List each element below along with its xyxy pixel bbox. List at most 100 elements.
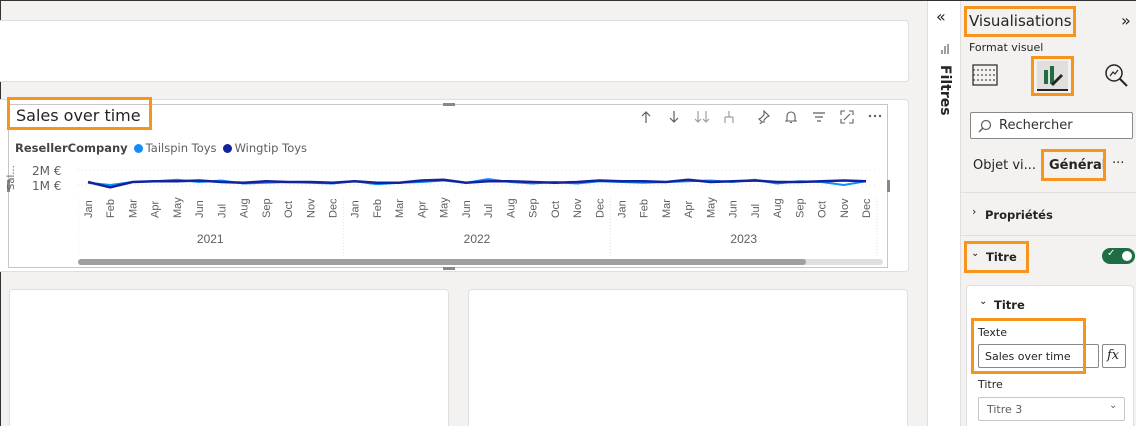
resize-handle-right[interactable] xyxy=(887,180,890,192)
top-visual-placeholder[interactable] xyxy=(0,20,909,82)
object-more-icon[interactable]: ··· xyxy=(1112,156,1124,171)
x-tick-label: Aug xyxy=(239,198,251,218)
paint-brush-chart-icon xyxy=(1044,66,1063,86)
x-tick-label: Apr xyxy=(416,201,428,218)
chevron-down-icon: ⌄ xyxy=(1109,400,1118,411)
bell-icon[interactable] xyxy=(784,110,798,124)
x-tick-label: May xyxy=(439,197,451,218)
x-tick-label: Feb xyxy=(105,199,117,218)
line-chart-plot: Jan Feb Mar Apr May Jun Jul Aug Sep Oct Nov Dec Jan F… xyxy=(78,169,878,258)
x-tick-label: Jun xyxy=(728,200,740,218)
format-visual-tab[interactable] xyxy=(1037,61,1068,91)
chevron-down-icon[interactable]: ⌄ xyxy=(979,296,987,307)
properties-section-header[interactable]: › Propriétés xyxy=(961,204,1136,226)
x-tick-label: Dec xyxy=(861,198,873,218)
y-tick-label: 2M € xyxy=(32,164,62,178)
chart-scrollbar-track[interactable] xyxy=(78,259,883,265)
title-visibility-toggle[interactable]: ✓ xyxy=(1102,248,1135,264)
format-visual-label: Format visuel xyxy=(969,41,1044,54)
properties-label: Propriétés xyxy=(985,208,1053,222)
bottom-right-visual-placeholder[interactable] xyxy=(468,289,908,426)
arrow-down-icon[interactable] xyxy=(668,110,680,124)
viz-pane-title: Visualisations xyxy=(969,12,1072,30)
x-tick-label: May xyxy=(172,197,184,218)
search-box[interactable]: Rechercher xyxy=(970,112,1133,139)
toggle-knob xyxy=(1122,251,1132,261)
title-text-value: Sales over time xyxy=(985,350,1071,363)
focus-mode-icon[interactable] xyxy=(840,110,854,124)
x-tick-label: Sep xyxy=(261,198,273,218)
visual-header-toolbar xyxy=(638,108,888,126)
more-options-icon[interactable] xyxy=(868,114,882,118)
x-tick-label: Apr xyxy=(683,201,695,218)
chevron-down-icon: ⌄ xyxy=(971,248,980,259)
visualisations-pane: Visualisations » Format visuel Recherche… xyxy=(960,1,1136,426)
collapse-filters-icon[interactable]: « xyxy=(936,7,946,26)
build-visual-grid-icon[interactable] xyxy=(972,63,998,87)
filter-icon[interactable] xyxy=(812,110,826,124)
x-tick-label: Jul xyxy=(750,204,762,218)
x-tick-label: Mar xyxy=(394,199,406,218)
x-tick-label: Sep xyxy=(528,198,540,218)
divider xyxy=(961,235,1136,236)
search-icon xyxy=(978,119,992,133)
x-tick-label: Oct xyxy=(550,201,562,218)
chart-legend: ResellerCompany Tailspin Toys Wingtip To… xyxy=(15,140,307,156)
x-tick-label: Oct xyxy=(817,201,829,218)
x-tick-label: Jul xyxy=(216,204,228,218)
x-year-label: 2021 xyxy=(197,232,224,246)
expand-hierarchy-icon[interactable] xyxy=(722,110,736,124)
legend-item-tailspin[interactable]: Tailspin Toys xyxy=(146,141,217,155)
x-tick-label: Mar xyxy=(127,199,139,218)
x-tick-label: Jan xyxy=(83,200,95,218)
y-tick-label: 1M € xyxy=(32,179,62,193)
drill-all-icon[interactable] xyxy=(694,110,710,124)
x-year-label: 2023 xyxy=(730,232,757,246)
title-subsection-card: ⌄ Titre Texte Sales over time fx Titre T… xyxy=(966,285,1134,426)
x-tick-label: May xyxy=(705,197,717,218)
legend-marker-wingtip xyxy=(222,143,232,153)
filters-label[interactable]: Filtres xyxy=(937,65,953,116)
legend-item-wingtip[interactable]: Wingtip Toys xyxy=(235,141,307,155)
legend-title: ResellerCompany xyxy=(15,141,128,155)
series-line-wingtip-toys xyxy=(87,178,867,189)
legend-marker-tailspin xyxy=(133,143,143,153)
x-tick-label: Aug xyxy=(505,198,517,218)
x-tick-label: Jan xyxy=(616,200,628,218)
x-tick-label: Jul xyxy=(483,204,495,218)
filters-pane[interactable]: « Filtres xyxy=(927,1,960,426)
title-section-label: Titre xyxy=(986,250,1017,264)
object-select[interactable]: Général xyxy=(1049,158,1106,173)
resize-handle-top[interactable] xyxy=(443,103,455,106)
expand-viz-pane-icon[interactable]: » xyxy=(1121,11,1131,30)
title-subsection-label[interactable]: Titre xyxy=(994,298,1025,312)
x-tick-label: Dec xyxy=(328,198,340,218)
title-text-input[interactable]: Sales over time xyxy=(978,344,1099,368)
pin-icon[interactable] xyxy=(756,110,770,124)
x-year-label: 2022 xyxy=(464,232,491,246)
fx-button[interactable]: fx xyxy=(1102,344,1126,368)
x-tick-label: Oct xyxy=(283,201,295,218)
text-field-label: Texte xyxy=(978,326,1008,339)
analytics-magnifier-icon[interactable] xyxy=(1104,63,1130,87)
x-tick-label: Nov xyxy=(839,198,851,218)
chart-scrollbar-thumb[interactable] xyxy=(78,259,806,265)
line-chart-visual[interactable]: Sales over time ResellerCompany Tailspin… xyxy=(0,99,909,272)
x-tick-label: Sep xyxy=(794,198,806,218)
bottom-left-visual-placeholder[interactable] xyxy=(9,289,449,426)
x-tick-label: Mar xyxy=(661,199,673,218)
title-level-dropdown[interactable]: Titre 3 ⌄ xyxy=(978,397,1125,421)
x-tick-label: Nov xyxy=(572,198,584,218)
x-tick-label: Apr xyxy=(150,201,162,218)
x-tick-label: Dec xyxy=(594,198,606,218)
chevron-right-icon: › xyxy=(972,205,977,218)
checkmark-icon: ✓ xyxy=(1107,248,1116,259)
arrow-up-icon[interactable] xyxy=(640,110,652,124)
fx-icon: fx xyxy=(1107,348,1120,363)
search-placeholder: Rechercher xyxy=(999,118,1073,133)
x-tick-label: Feb xyxy=(372,199,384,218)
object-label: Objet vi... xyxy=(973,158,1037,173)
x-tick-label: Jun xyxy=(194,200,206,218)
x-tick-label: Jan xyxy=(350,200,362,218)
x-tick-label: Nov xyxy=(305,198,317,218)
